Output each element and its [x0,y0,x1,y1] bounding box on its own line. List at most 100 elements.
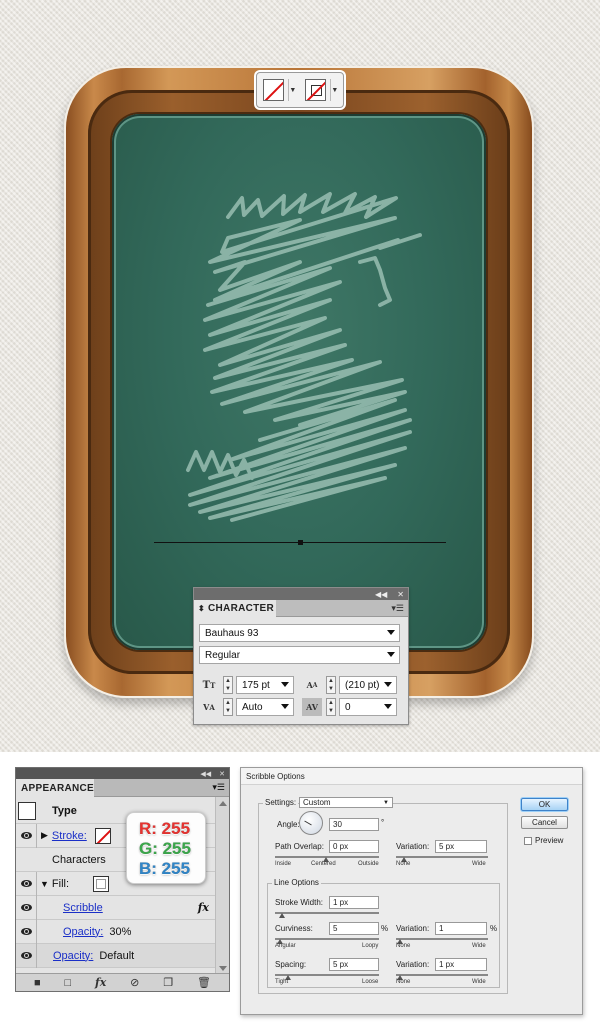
spacing-variation-input[interactable]: 1 px [435,958,487,971]
spacing-value: 5 px [333,960,349,969]
leading-stepper[interactable]: ▲ ▼ [326,676,336,694]
font-size-stepper[interactable]: ▲ ▼ [223,676,233,694]
stroke-width-slider-thumb[interactable] [279,913,285,918]
add-effect-icon[interactable]: fx [95,976,106,989]
tracking-stepper[interactable]: ▲ ▼ [326,698,336,716]
character-panel-titlebar: ◀◀ ✕ [194,588,408,600]
stroke-dropdown-arrow[interactable]: ▼ [287,79,297,101]
text-anchor-point[interactable] [298,540,303,545]
expand-triangle-icon[interactable]: ▶ [41,830,48,841]
stroke-width-label: Stroke Width: [275,898,324,907]
eye-icon [20,904,32,911]
artboard: ▼ ▼ ◀◀ ✕ ⬍ CHARACTER ▾☰ Bauhaus 93 Regul… [0,0,600,752]
curviness-variation-slider[interactable] [396,938,488,940]
duplicate-item-icon[interactable]: ❐ [163,976,173,989]
tab-character-label: CHARACTER [208,603,275,614]
fill-white-swatch[interactable] [93,875,110,892]
angle-dial[interactable] [299,811,323,835]
font-size-field[interactable]: 175 pt [236,676,294,694]
add-fill-icon[interactable]: □ [64,977,71,989]
curviness-variation-input[interactable]: 1 [435,922,487,935]
tracking-icon: AV [302,698,322,716]
tab-character[interactable]: ⬍ CHARACTER [194,600,276,617]
overlap-variation-cap-none: None [396,861,411,867]
scribble-visibility-toggle[interactable] [16,895,37,920]
appearance-panel-titlebar: ◀◀ ✕ [16,768,229,779]
leading-field[interactable]: (210 pt) [339,676,397,694]
tab-expand-icon: ⬍ [198,604,206,613]
appearance-object-opacity-row[interactable]: Opacity: Default [16,943,215,968]
stroke-none-swatch[interactable] [263,79,284,101]
settings-select[interactable]: Custom ▼ [299,797,393,808]
spacing-variation-cap-wide: Wide [472,979,486,985]
leading-value: (210 pt) [345,679,380,691]
dialog-title: Scribble Options [241,768,582,785]
settings-value: Custom [303,798,331,807]
overlap-variation-input[interactable]: 5 px [435,840,487,853]
appearance-scrollbar[interactable] [215,797,229,975]
fill-dropdown-arrow[interactable]: ▼ [329,79,339,101]
curviness-slider[interactable] [275,938,379,940]
settings-label: Settings: [263,798,299,807]
preview-checkbox-row[interactable]: Preview [524,836,563,845]
object-opacity-visibility-toggle[interactable] [16,943,37,968]
fill-none-swatch[interactable] [305,79,326,101]
stroke-none-swatch-icon[interactable] [94,827,111,844]
opacity-visibility-toggle[interactable] [16,919,37,944]
collapse-triangle-icon[interactable]: ▼ [40,879,49,889]
collapse-panel-icon[interactable]: ◀◀ [200,770,211,778]
font-style-value: Regular [205,649,241,661]
scribble-effect-link[interactable]: Scribble [63,902,103,914]
appearance-bottom-toolbar: ■ □ fx ⊘ ❐ 🗑 [16,973,229,991]
close-panel-icon[interactable]: ✕ [219,770,225,778]
overlap-variation-slider[interactable] [396,856,488,858]
collapse-panel-icon[interactable]: ◀◀ [375,590,387,599]
preview-label: Preview [535,836,564,845]
curviness-input[interactable]: 5 [329,922,379,935]
add-stroke-icon[interactable]: ■ [34,977,41,989]
eye-icon [20,952,32,959]
type-thumbnail-cell [16,798,37,824]
spacing-input[interactable]: 5 px [329,958,379,971]
clear-appearance-icon[interactable]: ⊘ [130,976,139,989]
overlap-variation-value: 5 px [439,842,455,851]
appearance-scribble-row[interactable]: Scribble fx [16,895,215,920]
angle-input[interactable]: 30 [329,818,379,831]
font-style-select[interactable]: Regular [199,646,400,664]
kerning-icon: VA [203,702,215,712]
fill-visibility-toggle[interactable] [16,871,37,896]
eye-icon [20,928,32,935]
ok-button[interactable]: OK [521,798,568,811]
delete-item-icon[interactable]: 🗑 [197,976,211,989]
fx-icon: fx [197,901,209,914]
tab-appearance-label: APPEARANCE [21,782,95,794]
stroke-width-input[interactable]: 1 px [329,896,379,909]
font-family-select[interactable]: Bauhaus 93 [199,624,400,642]
panel-menu-icon[interactable]: ▾☰ [391,603,404,614]
preview-checkbox[interactable] [524,836,532,845]
tab-appearance[interactable]: APPEARANCE [16,779,94,797]
spacing-label: Spacing: [275,960,307,969]
close-panel-icon[interactable]: ✕ [397,590,404,599]
fill-opacity-value: 30% [109,925,132,938]
stroke-label[interactable]: Stroke: [52,830,87,842]
cancel-button[interactable]: Cancel [521,816,568,829]
scribble-options-dialog: Scribble Options Settings: Custom ▼ Angl… [240,767,583,1015]
stroke-fill-widget: ▼ ▼ [256,72,344,108]
appearance-fill-opacity-row[interactable]: Opacity: 30% [16,919,215,944]
rgb-color-callout: R: 255 G: 255 B: 255 [126,812,206,884]
spacing-variation-slider[interactable] [396,974,488,976]
kerning-field[interactable]: Auto [236,698,294,716]
stroke-visibility-toggle[interactable] [16,823,37,848]
appearance-panel-tabrow: APPEARANCE ▾☰ [16,779,229,797]
tracking-field[interactable]: 0 [339,698,397,716]
leading-icon: AA [306,680,318,690]
curviness-label: Curviness: [275,924,313,933]
tracking-value: 0 [345,701,351,713]
panel-menu-icon[interactable]: ▾☰ [212,782,225,793]
path-overlap-input[interactable]: 0 px [329,840,379,853]
stroke-width-slider[interactable] [275,912,379,914]
fill-opacity-link[interactable]: Opacity: [63,926,103,938]
object-opacity-link[interactable]: Opacity: [53,950,93,962]
kerning-stepper[interactable]: ▲ ▼ [223,698,233,716]
